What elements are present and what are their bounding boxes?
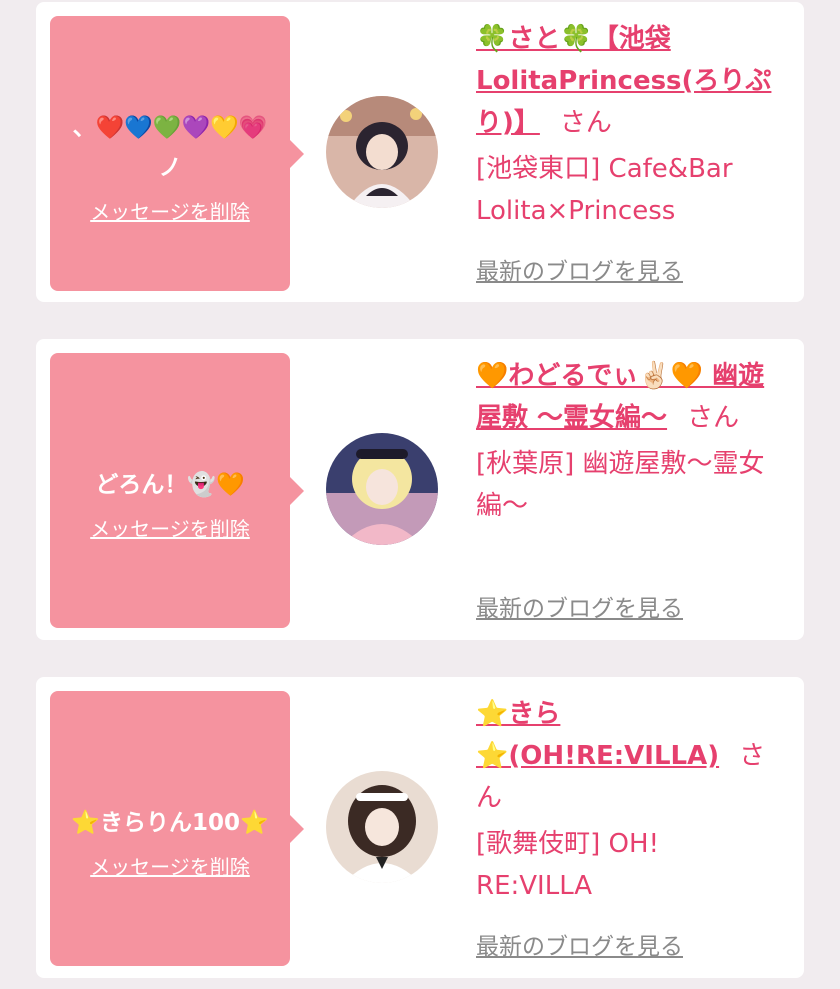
delete-message-link[interactable]: メッセージを削除 <box>90 513 250 542</box>
message-bubble: どろん！👻🧡 メッセージを削除 <box>50 353 304 628</box>
shop-name: [歌舞伎町] OH! RE:VILLA <box>476 829 659 901</box>
sender-info: 🍀さと🍀【池袋LolitaPrincess(ろりぷり)】 さん [池袋東口] Ca… <box>476 18 776 232</box>
delete-message-link[interactable]: メッセージを削除 <box>90 196 250 225</box>
message-text: ⭐きらりん100⭐ <box>71 810 269 836</box>
shop-name: [池袋東口] Cafe&Bar Lolita×Princess <box>476 154 733 226</box>
latest-blog-link[interactable]: 最新のブログを見る <box>476 927 683 961</box>
latest-blog-link[interactable]: 最新のブログを見る <box>476 589 683 623</box>
avatar-photo <box>326 96 438 208</box>
sender-info: 🧡わどるでぃ✌🏻🧡 幽遊屋敷 〜霊女編〜 さん [秋葉原] 幽遊屋敷〜霊女編〜 <box>476 355 776 527</box>
message-card: どろん！👻🧡 メッセージを削除 🧡わどるでぃ✌🏻🧡 幽遊屋敷 〜霊女編〜 さん [… <box>36 339 804 640</box>
message-text: どろん！👻🧡 <box>95 472 245 498</box>
sender-title: ⭐きら⭐(OH!RE:VILLA) さん <box>476 693 776 819</box>
sender-name-link[interactable]: 🍀さと🍀【池袋LolitaPrincess(ろりぷり)】 <box>476 24 771 138</box>
avatar[interactable] <box>326 433 438 545</box>
avatar[interactable] <box>326 96 438 208</box>
avatar-photo <box>326 433 438 545</box>
sender-name-link[interactable]: ⭐きら⭐(OH!RE:VILLA) <box>476 699 719 771</box>
message-card: ⭐きらりん100⭐ メッセージを削除 ⭐きら⭐(OH!RE:VILLA) さん [… <box>36 677 804 978</box>
sender-title: 🍀さと🍀【池袋LolitaPrincess(ろりぷり)】 さん <box>476 18 776 144</box>
delete-message-link[interactable]: メッセージを削除 <box>90 851 250 880</box>
message-text: 、❤️💙💚💜💛💗ノ <box>72 115 268 181</box>
avatar[interactable] <box>326 771 438 883</box>
sender-title: 🧡わどるでぃ✌🏻🧡 幽遊屋敷 〜霊女編〜 さん <box>476 355 776 439</box>
message-bubble: ⭐きらりん100⭐ メッセージを削除 <box>50 691 304 966</box>
message-card: 、❤️💙💚💜💛💗ノ メッセージを削除 🍀さと🍀【池袋LolitaPrincess… <box>36 2 804 302</box>
sender-info: ⭐きら⭐(OH!RE:VILLA) さん [歌舞伎町] OH! RE:VILLA <box>476 693 776 907</box>
honorific: さん <box>687 403 740 433</box>
avatar-photo <box>326 771 438 883</box>
latest-blog-link[interactable]: 最新のブログを見る <box>476 252 683 286</box>
honorific: さん <box>559 108 612 138</box>
shop-name: [秋葉原] 幽遊屋敷〜霊女編〜 <box>476 449 765 521</box>
message-bubble: 、❤️💙💚💜💛💗ノ メッセージを削除 <box>50 16 304 291</box>
